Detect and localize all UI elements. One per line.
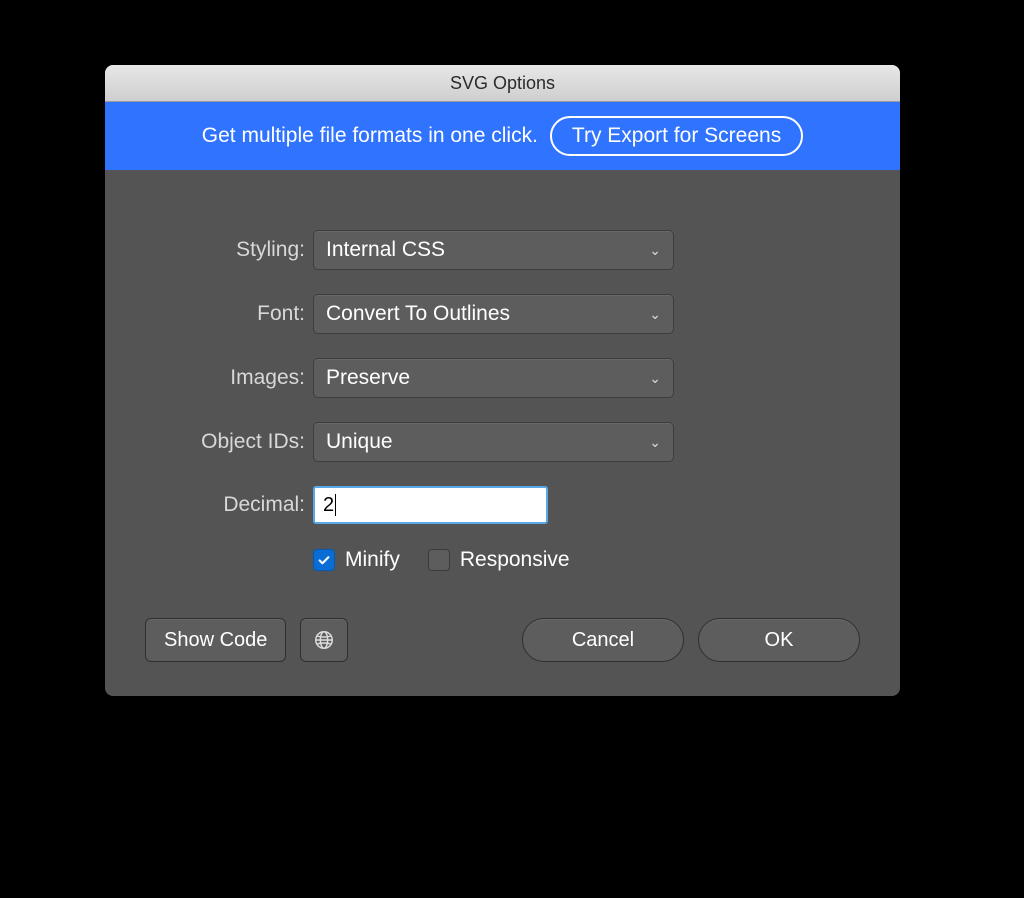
dialog-footer: Show Code Cancel OK	[145, 618, 860, 662]
font-select[interactable]: Convert To Outlines ⌄	[313, 294, 674, 334]
dialog-body: Styling: Internal CSS ⌄ Font: Convert To…	[105, 170, 900, 696]
text-caret	[335, 494, 336, 516]
object-ids-select[interactable]: Unique ⌄	[313, 422, 674, 462]
chevron-down-icon: ⌄	[649, 370, 661, 387]
promo-banner-text: Get multiple file formats in one click.	[202, 124, 538, 148]
svg-options-window: SVG Options Get multiple file formats in…	[105, 65, 900, 696]
promo-banner: Get multiple file formats in one click. …	[105, 102, 900, 170]
font-label: Font:	[145, 302, 313, 326]
try-export-for-screens-button[interactable]: Try Export for Screens	[550, 116, 803, 156]
chevron-down-icon: ⌄	[649, 242, 661, 259]
styling-select[interactable]: Internal CSS ⌄	[313, 230, 674, 270]
window-titlebar: SVG Options	[105, 65, 900, 102]
check-icon	[317, 553, 331, 567]
images-label: Images:	[145, 366, 313, 390]
decimal-label: Decimal:	[145, 493, 313, 517]
images-select-value: Preserve	[326, 366, 410, 390]
ok-button[interactable]: OK	[698, 618, 860, 662]
object-ids-select-value: Unique	[326, 430, 393, 454]
font-select-value: Convert To Outlines	[326, 302, 510, 326]
minify-checkbox[interactable]	[313, 549, 335, 571]
responsive-label: Responsive	[460, 548, 570, 572]
window-title: SVG Options	[450, 73, 555, 94]
show-code-button[interactable]: Show Code	[145, 618, 286, 662]
chevron-down-icon: ⌄	[649, 306, 661, 323]
images-select[interactable]: Preserve ⌄	[313, 358, 674, 398]
decimal-input[interactable]: 2	[313, 486, 548, 524]
globe-icon	[313, 629, 335, 651]
styling-label: Styling:	[145, 238, 313, 262]
object-ids-label: Object IDs:	[145, 430, 313, 454]
decimal-input-value: 2	[323, 494, 334, 517]
chevron-down-icon: ⌄	[649, 434, 661, 451]
styling-select-value: Internal CSS	[326, 238, 445, 262]
responsive-checkbox[interactable]	[428, 549, 450, 571]
web-preview-button[interactable]	[300, 618, 348, 662]
minify-label: Minify	[345, 548, 400, 572]
cancel-button[interactable]: Cancel	[522, 618, 684, 662]
